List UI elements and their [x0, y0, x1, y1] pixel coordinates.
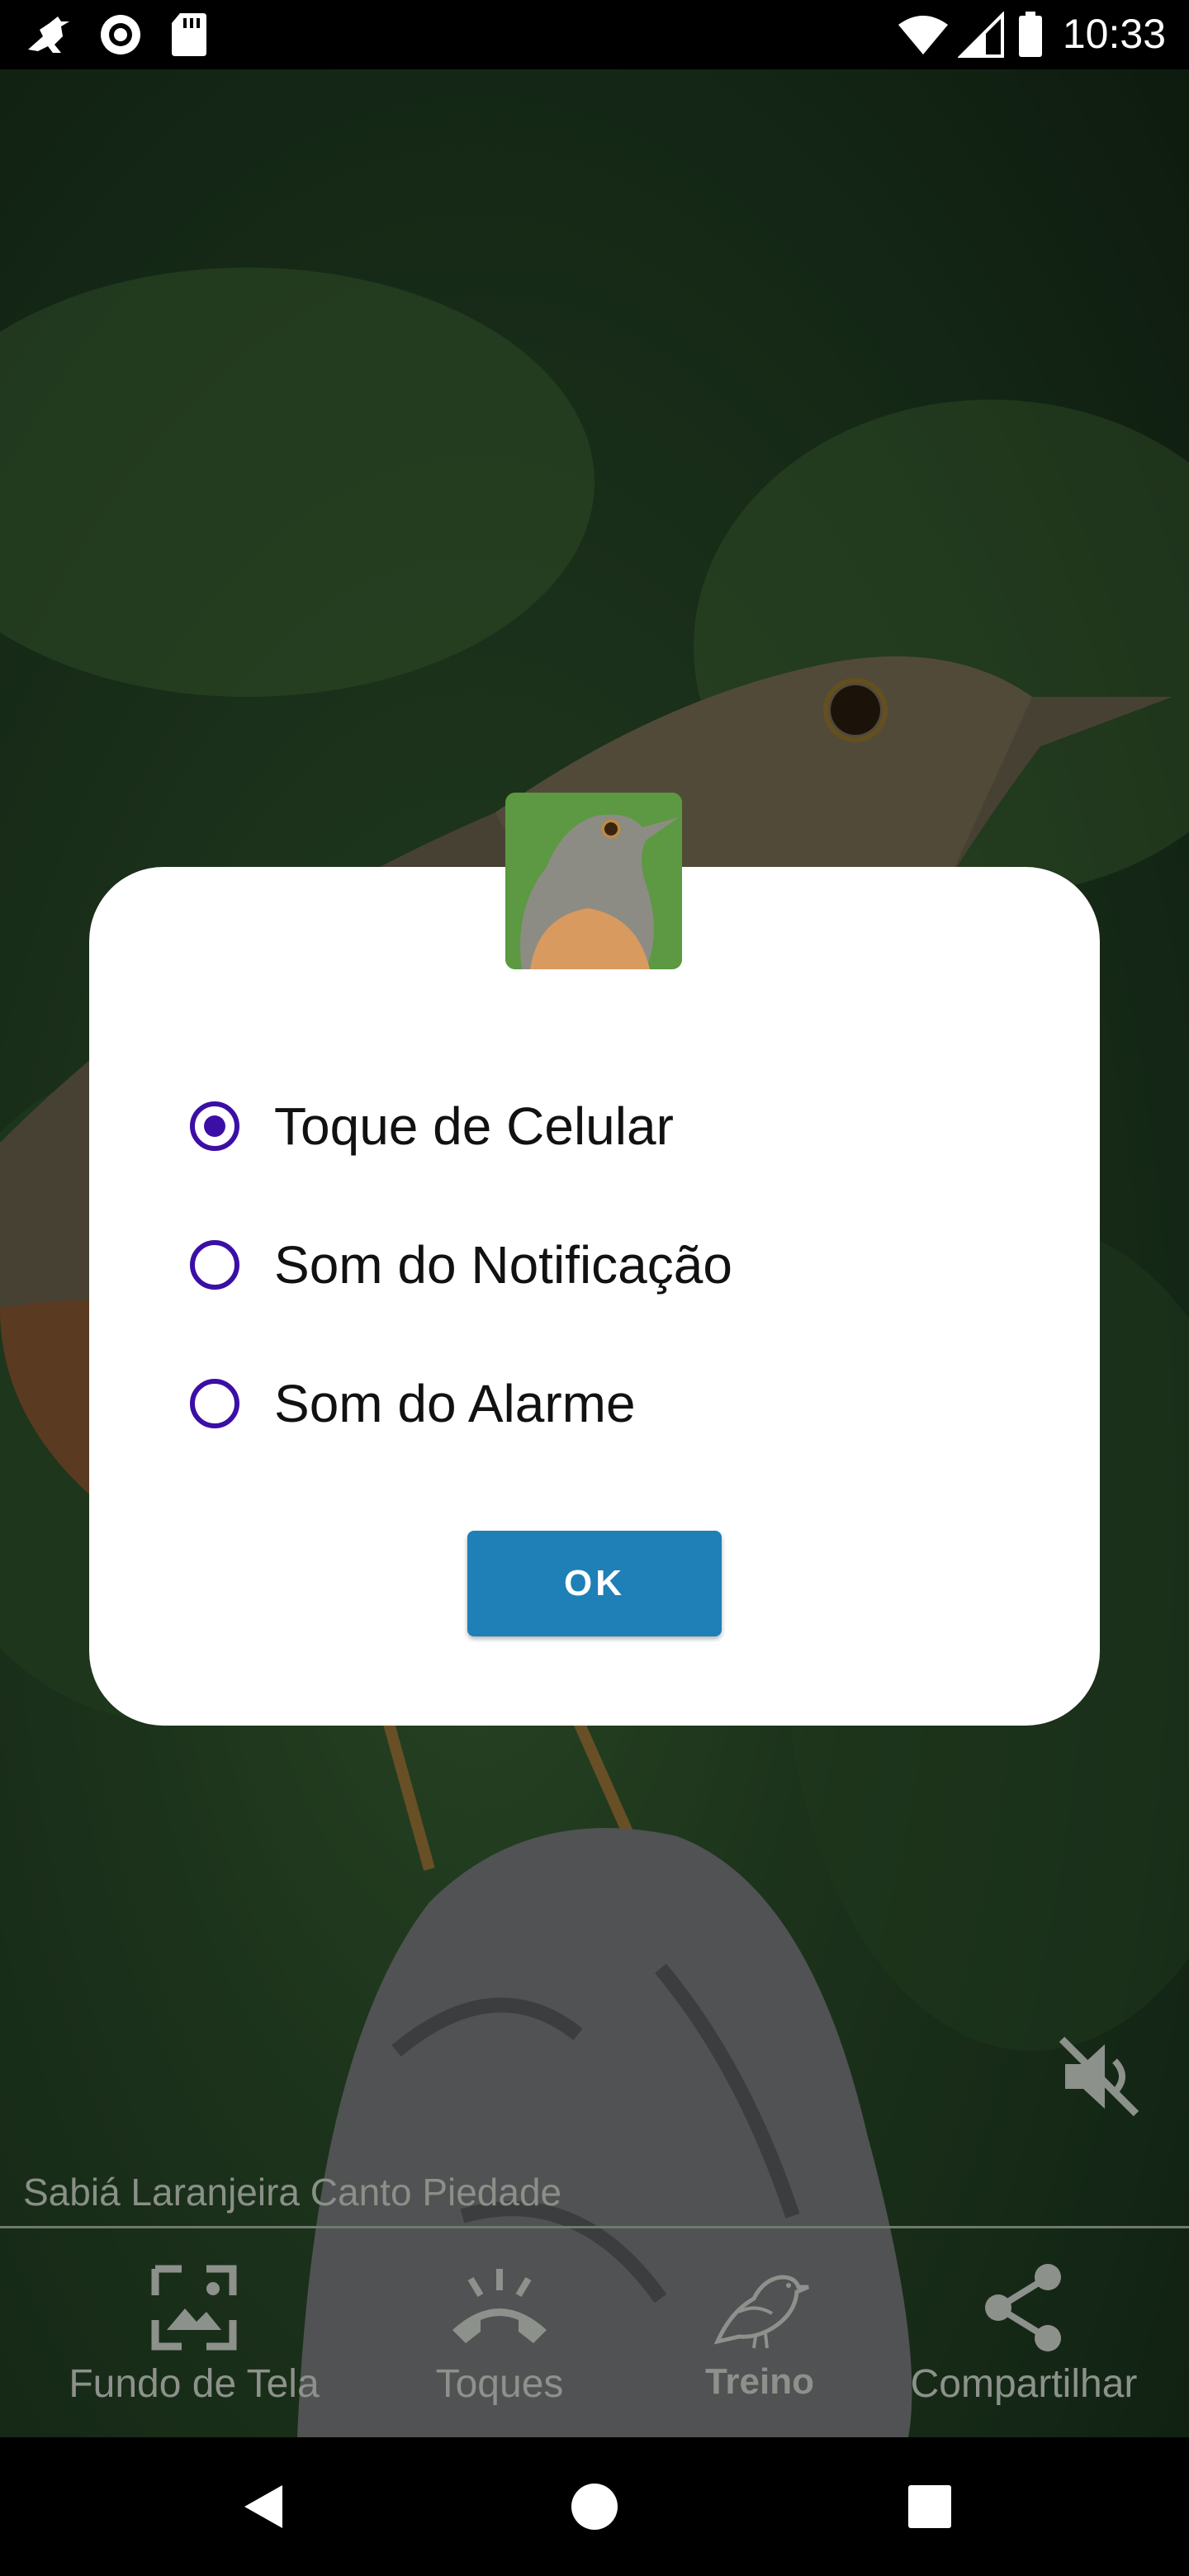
- option-toque-de-celular[interactable]: Toque de Celular: [190, 1077, 674, 1176]
- radio-button-checked[interactable]: [190, 1101, 239, 1151]
- nav-label: Treino: [704, 2361, 815, 2402]
- option-label: Som do Alarme: [274, 1374, 636, 1433]
- radio-button[interactable]: [190, 1379, 239, 1428]
- sound-title: Sabiá Laranjeira Canto Piedade: [23, 2171, 562, 2214]
- option-label: Toque de Celular: [274, 1096, 674, 1156]
- nav-label: Fundo de Tela: [69, 2362, 320, 2406]
- option-label: Som do Notificação: [274, 1235, 732, 1295]
- ok-button[interactable]: OK: [467, 1531, 722, 1636]
- ringtone-icon: [452, 2269, 547, 2343]
- divider: [0, 2226, 1189, 2228]
- sound-type-dialog: Toque de Celular Som do Notificação Som …: [89, 867, 1100, 1726]
- home-icon[interactable]: [570, 2482, 619, 2531]
- back-icon[interactable]: [239, 2482, 289, 2531]
- nav-item-treino[interactable]: Treino: [652, 2229, 867, 2437]
- option-som-do-notificacao[interactable]: Som do Notificação: [190, 1215, 732, 1314]
- clock: 10:33: [1062, 11, 1166, 57]
- bird-notification-icon: [28, 17, 69, 53]
- bottom-navigation: Fundo de Tela Toques Treino Compartilhar: [0, 2229, 1189, 2437]
- volume-off-icon[interactable]: [1054, 2031, 1144, 2122]
- battery-icon: [1019, 12, 1042, 57]
- radio-button[interactable]: [190, 1240, 239, 1290]
- status-bar: 10:33: [0, 0, 1189, 69]
- recents-icon[interactable]: [907, 2484, 953, 2530]
- nav-label: Toques: [435, 2362, 564, 2406]
- system-navigation-bar: [0, 2437, 1189, 2576]
- nav-item-compartilhar[interactable]: Compartilhar: [875, 2229, 1172, 2437]
- record-icon: [101, 15, 140, 54]
- share-icon: [985, 2264, 1061, 2351]
- nav-label: Compartilhar: [910, 2362, 1138, 2406]
- option-som-do-alarme[interactable]: Som do Alarme: [190, 1354, 636, 1453]
- wifi-icon: [898, 16, 948, 54]
- sd-card-icon: [172, 13, 206, 56]
- nav-item-fundo-de-tela[interactable]: Fundo de Tela: [33, 2229, 355, 2437]
- bird-thumbnail: [505, 793, 682, 969]
- wallpaper-icon: [151, 2265, 237, 2351]
- nav-item-toques[interactable]: Toques: [363, 2229, 636, 2437]
- bird-icon: [713, 2275, 809, 2349]
- signal-icon: [958, 12, 1004, 58]
